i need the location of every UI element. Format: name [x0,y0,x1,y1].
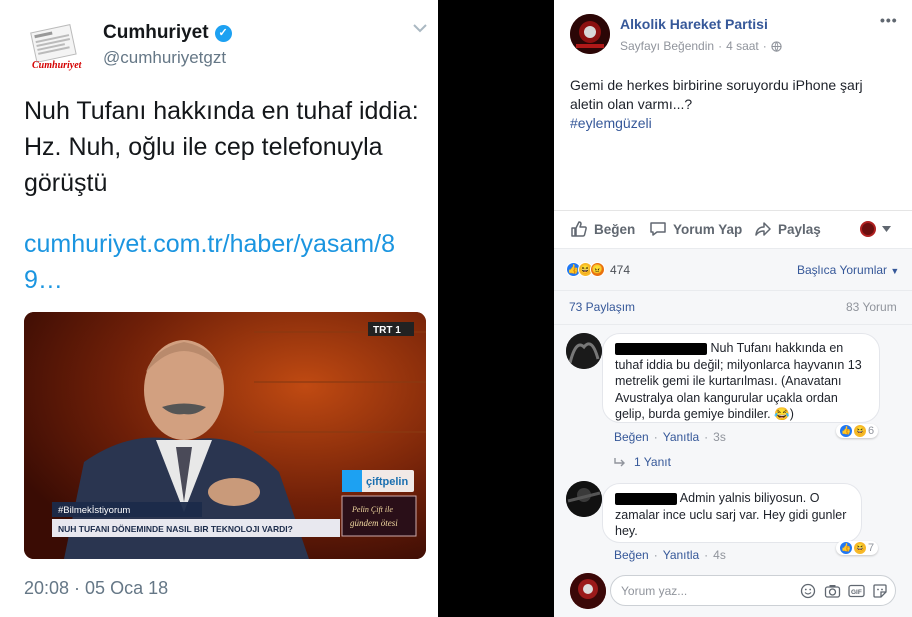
author-name-text: Cumhuriyet [103,22,209,43]
post-meta: Sayfayı Beğendin · 4 saat · [620,39,782,53]
more-options-icon[interactable]: ••• [880,12,898,28]
comment-button[interactable]: Yorum Yap [649,220,742,238]
like-reaction-icon: 👍 [840,542,852,554]
composer-placeholder: Yorum yaz... [621,584,688,598]
meta-separator: · [718,39,723,53]
page-liked-label[interactable]: Sayfayı Beğendin [620,39,714,53]
separator-dot: · [704,548,709,562]
commenter-avatar[interactable] [566,481,602,517]
post-action-bar: Beğen Yorum Yap Paylaş [554,210,912,248]
emoji-icon[interactable] [799,582,817,600]
page-avatar[interactable] [570,14,610,54]
comment-reply-link[interactable]: Yanıtla [663,430,699,444]
chevron-down-icon[interactable] [412,22,428,34]
comment-bubble: Admin yalnis biliyosun. O zamalar ince u… [602,483,862,543]
commenter-avatar[interactable] [566,333,602,369]
separator-dot: · [704,430,709,444]
comment-sort-dropdown[interactable]: Başlıca Yorumlar ▼ [797,263,899,277]
comments-section: Nuh Tufanı hakkında en tuhaf iddia bu de… [554,324,912,617]
comment-time[interactable]: 4s [713,548,726,562]
comment-actions: Beğen · Yanıtla · 3s [614,430,726,444]
share-label: Paylaş [778,221,821,237]
like-button[interactable]: Beğen [570,220,635,238]
comment-reaction-count: 7 [868,542,875,554]
comment-composer[interactable]: Yorum yaz... GIF [610,575,896,606]
comment-bubble: Nuh Tufanı hakkında en tuhaf iddia bu de… [602,333,880,423]
comment-like-link[interactable]: Beğen [614,430,649,444]
separator-dot: · [653,548,658,562]
comment-like-link[interactable]: Beğen [614,548,649,562]
camera-icon[interactable] [823,582,841,600]
shares-comments-row: 73 Paylaşım 83 Yorum [554,290,912,324]
share-button[interactable]: Paylaş [754,220,821,238]
meta-separator: · [762,39,767,53]
media-lower-third: NUH TUFANI DÖNEMINDE NASIL BIR TEKNOLOJI… [58,524,293,534]
haha-reaction-icon: 😆 [854,542,866,554]
comment-label: Yorum Yap [673,221,743,237]
screenshot-root: Cumhuriyet Cumhuriyet ✓ @cumhuriyetgzt N… [0,0,912,617]
tweet-timestamp[interactable]: 20:08 · 05 Oca 18 [24,578,168,599]
thumbs-up-icon [571,221,587,237]
comment-reply-link[interactable]: Yanıtla [663,548,699,562]
caret-down-icon [882,226,891,232]
like-label: Beğen [594,221,636,237]
gif-label: GIF [851,589,862,596]
comment-reaction-count: 6 [868,425,875,437]
media-hashtag: #Bilmekİstiyorum [58,505,130,516]
comment-actions: Beğen · Yanıtla · 4s [614,548,726,562]
post-hashtag[interactable]: #eylemgüzeli [570,114,890,133]
redacted-commenter-name [615,342,707,355]
gif-icon[interactable]: GIF [847,582,865,600]
share-count-link[interactable]: 73 Paylaşım [569,300,635,314]
separator-dot: · [653,430,658,444]
tweet-author-name[interactable]: Cumhuriyet ✓ [103,22,232,44]
cumhuriyet-logo-avatar[interactable]: Cumhuriyet [28,20,84,72]
verified-badge-icon: ✓ [214,24,232,42]
comment-reaction-badge[interactable]: 👍 😆 7 [836,541,879,555]
comment-time[interactable]: 3s [713,430,726,444]
facebook-post: Alkolik Hareket Partisi Sayfayı Beğendin… [554,0,912,617]
tweet-card: Cumhuriyet Cumhuriyet ✓ @cumhuriyetgzt N… [0,0,438,617]
reactions-row: 👍 😆 😠 474 Başlıca Yorumlar ▼ [554,248,912,290]
like-reaction-icon: 👍 [840,425,852,437]
reply-count: 1 Yanıt [634,455,671,469]
composer-icons: GIF [799,582,889,600]
tweet-media-image[interactable]: TRT 1 çiftpelin #Bilmekİstiyorum NUH TUF… [24,312,426,559]
caret-down-icon: ▼ [890,266,900,276]
angry-reaction-icon: 😠 [590,262,605,277]
program-logo-line1: Pelin Çift ile [351,505,393,514]
program-logo-line2: gündem ötesi [350,518,398,528]
reaction-count: 474 [610,262,631,277]
haha-reaction-icon: 😆 [854,425,866,437]
tweet-link[interactable]: cumhuriyet.com.tr/haber/yasam/89… [24,226,429,298]
post-body: Gemi de herkes birbirine soruyordu iPhon… [570,76,890,133]
comment-sort-label: Başlıca Yorumlar [797,263,888,277]
post-time[interactable]: 4 saat [726,39,759,53]
redacted-commenter-name [615,492,677,505]
logo-wordmark: Cumhuriyet [32,60,82,71]
comment-reaction-badge[interactable]: 👍 😆 6 [836,424,879,438]
reaction-summary[interactable]: 👍 😆 😠 474 [566,262,630,277]
share-arrow-icon [755,222,771,236]
reply-arrow-icon [614,458,625,467]
tweet-text: Nuh Tufanı hakkında en tuhaf iddia: Hz. … [24,97,419,197]
post-as-selector[interactable] [860,221,891,237]
globe-icon [771,40,782,52]
comment-bubble-icon [650,222,666,236]
trt-logo: TRT 1 [373,325,401,336]
comment-count[interactable]: 83 Yorum [846,300,897,314]
post-as-avatar [860,221,876,237]
page-name-link[interactable]: Alkolik Hareket Partisi [620,16,768,32]
view-replies-link[interactable]: 1 Yanıt [614,455,671,469]
post-text: Gemi de herkes birbirine soruyordu iPhon… [570,77,863,112]
tweet-author-handle[interactable]: @cumhuriyetgzt [103,48,226,68]
media-twitter-handle: çiftpelin [366,476,408,488]
composer-avatar [570,573,606,609]
sticker-icon[interactable] [871,582,889,600]
